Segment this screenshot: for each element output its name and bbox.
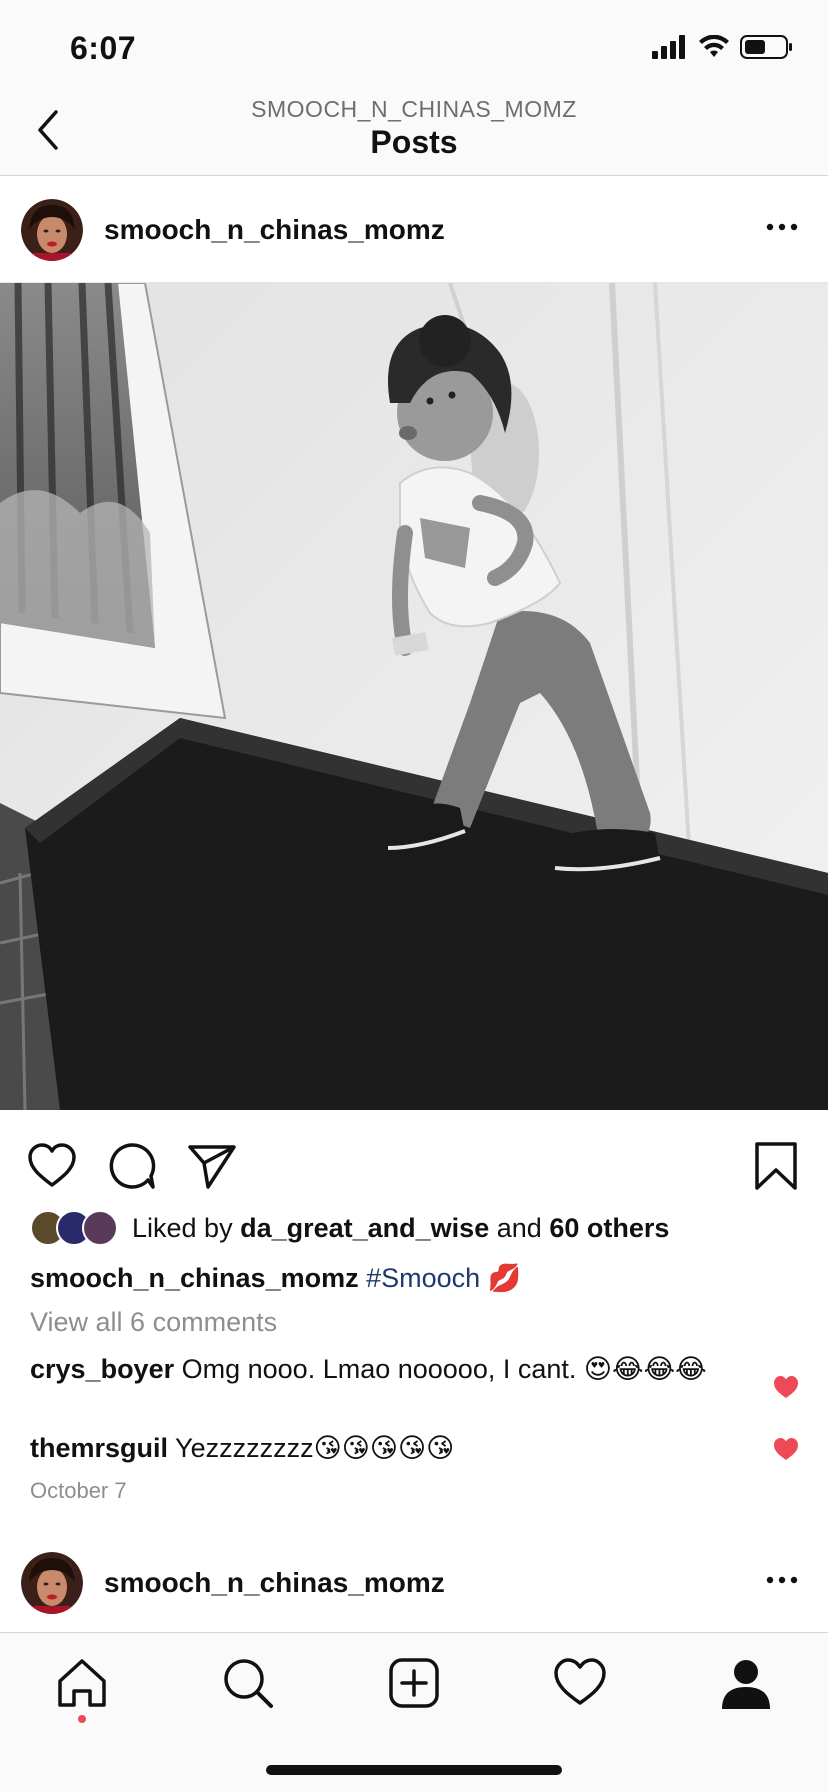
status-icons (652, 34, 794, 60)
tab-add-post[interactable] (384, 1653, 444, 1713)
nav-subtitle: SMOOCH_N_CHINAS_MOMZ (251, 96, 577, 122)
likes-others[interactable]: 60 others (549, 1213, 669, 1244)
caption-username[interactable]: smooch_n_chinas_momz (30, 1263, 359, 1293)
avatar[interactable] (21, 199, 83, 261)
heart-icon (28, 1143, 76, 1187)
comment-username[interactable]: crys_boyer (30, 1354, 174, 1384)
home-indicator (266, 1765, 562, 1775)
post-date: October 7 (30, 1478, 127, 1503)
status-bar: 6:07 (0, 0, 828, 90)
caption: smooch_n_chinas_momz #Smooch 💋 (30, 1260, 521, 1296)
bookmark-icon (755, 1142, 797, 1190)
like-button[interactable] (26, 1140, 78, 1192)
status-time: 6:07 (70, 30, 137, 66)
post-header: smooch_n_chinas_momz (0, 177, 828, 283)
liker-avatars (30, 1210, 122, 1246)
search-icon (224, 1659, 273, 1708)
liker-username[interactable]: da_great_and_wise (240, 1213, 489, 1244)
comment-username[interactable]: themrsguil (30, 1433, 168, 1463)
comment: themrsguil Yezzzzzzzz😘😘😘😘😘 (30, 1432, 750, 1465)
tab-bar (0, 1632, 828, 1792)
share-icon (188, 1145, 236, 1189)
liker-avatar (82, 1210, 118, 1246)
comment-like-heart-icon[interactable] (772, 1374, 800, 1400)
more-icon (766, 223, 798, 231)
likes-middle: and (496, 1212, 542, 1243)
page-title: Posts (370, 124, 458, 160)
comment: crys_boyer Omg nooo. Lmao nooooo, I cant… (30, 1353, 750, 1386)
post-photo[interactable] (0, 283, 828, 1110)
comment-button[interactable] (106, 1140, 158, 1192)
profile-icon (722, 1660, 770, 1709)
activity-heart-icon (554, 1658, 606, 1705)
view-all-comments-link[interactable]: View all 6 comments (30, 1307, 277, 1338)
home-notification-dot (78, 1715, 86, 1723)
comment-like-heart-icon[interactable] (772, 1436, 800, 1462)
bookmark-button[interactable] (750, 1140, 802, 1192)
home-icon (58, 1659, 106, 1707)
comment-icon (109, 1143, 156, 1189)
caption-hashtag[interactable]: #Smooch (366, 1263, 480, 1293)
tab-activity[interactable] (550, 1653, 610, 1713)
tab-profile[interactable] (716, 1653, 776, 1713)
share-button[interactable] (186, 1140, 238, 1192)
comment-text: Yezzzzzzzz😘😘😘😘😘 (175, 1433, 455, 1463)
avatar[interactable] (21, 1552, 83, 1614)
battery-icon (740, 35, 792, 59)
tab-search[interactable] (218, 1653, 278, 1713)
likes-row[interactable]: Liked by da_great_and_wise and 60 others (30, 1208, 669, 1248)
signal-icon (652, 35, 685, 59)
post-username[interactable]: smooch_n_chinas_momz (104, 214, 445, 246)
post-actions (0, 1110, 828, 1210)
likes-prefix: Liked by (132, 1212, 233, 1243)
more-options-button[interactable] (764, 1570, 800, 1590)
caption-emoji: 💋 (487, 1263, 522, 1293)
comment-text: Omg nooo. Lmao nooooo, I cant. 😍😂😂😂 (181, 1354, 707, 1384)
more-icon (766, 1576, 798, 1584)
add-post-icon (389, 1658, 439, 1708)
tab-home[interactable] (52, 1653, 112, 1713)
next-post-header: smooch_n_chinas_momz (0, 1530, 828, 1636)
wifi-icon (699, 35, 729, 57)
more-options-button[interactable] (764, 217, 800, 237)
post-username[interactable]: smooch_n_chinas_momz (104, 1567, 445, 1599)
nav-bar: SMOOCH_N_CHINAS_MOMZ Posts (0, 90, 828, 176)
